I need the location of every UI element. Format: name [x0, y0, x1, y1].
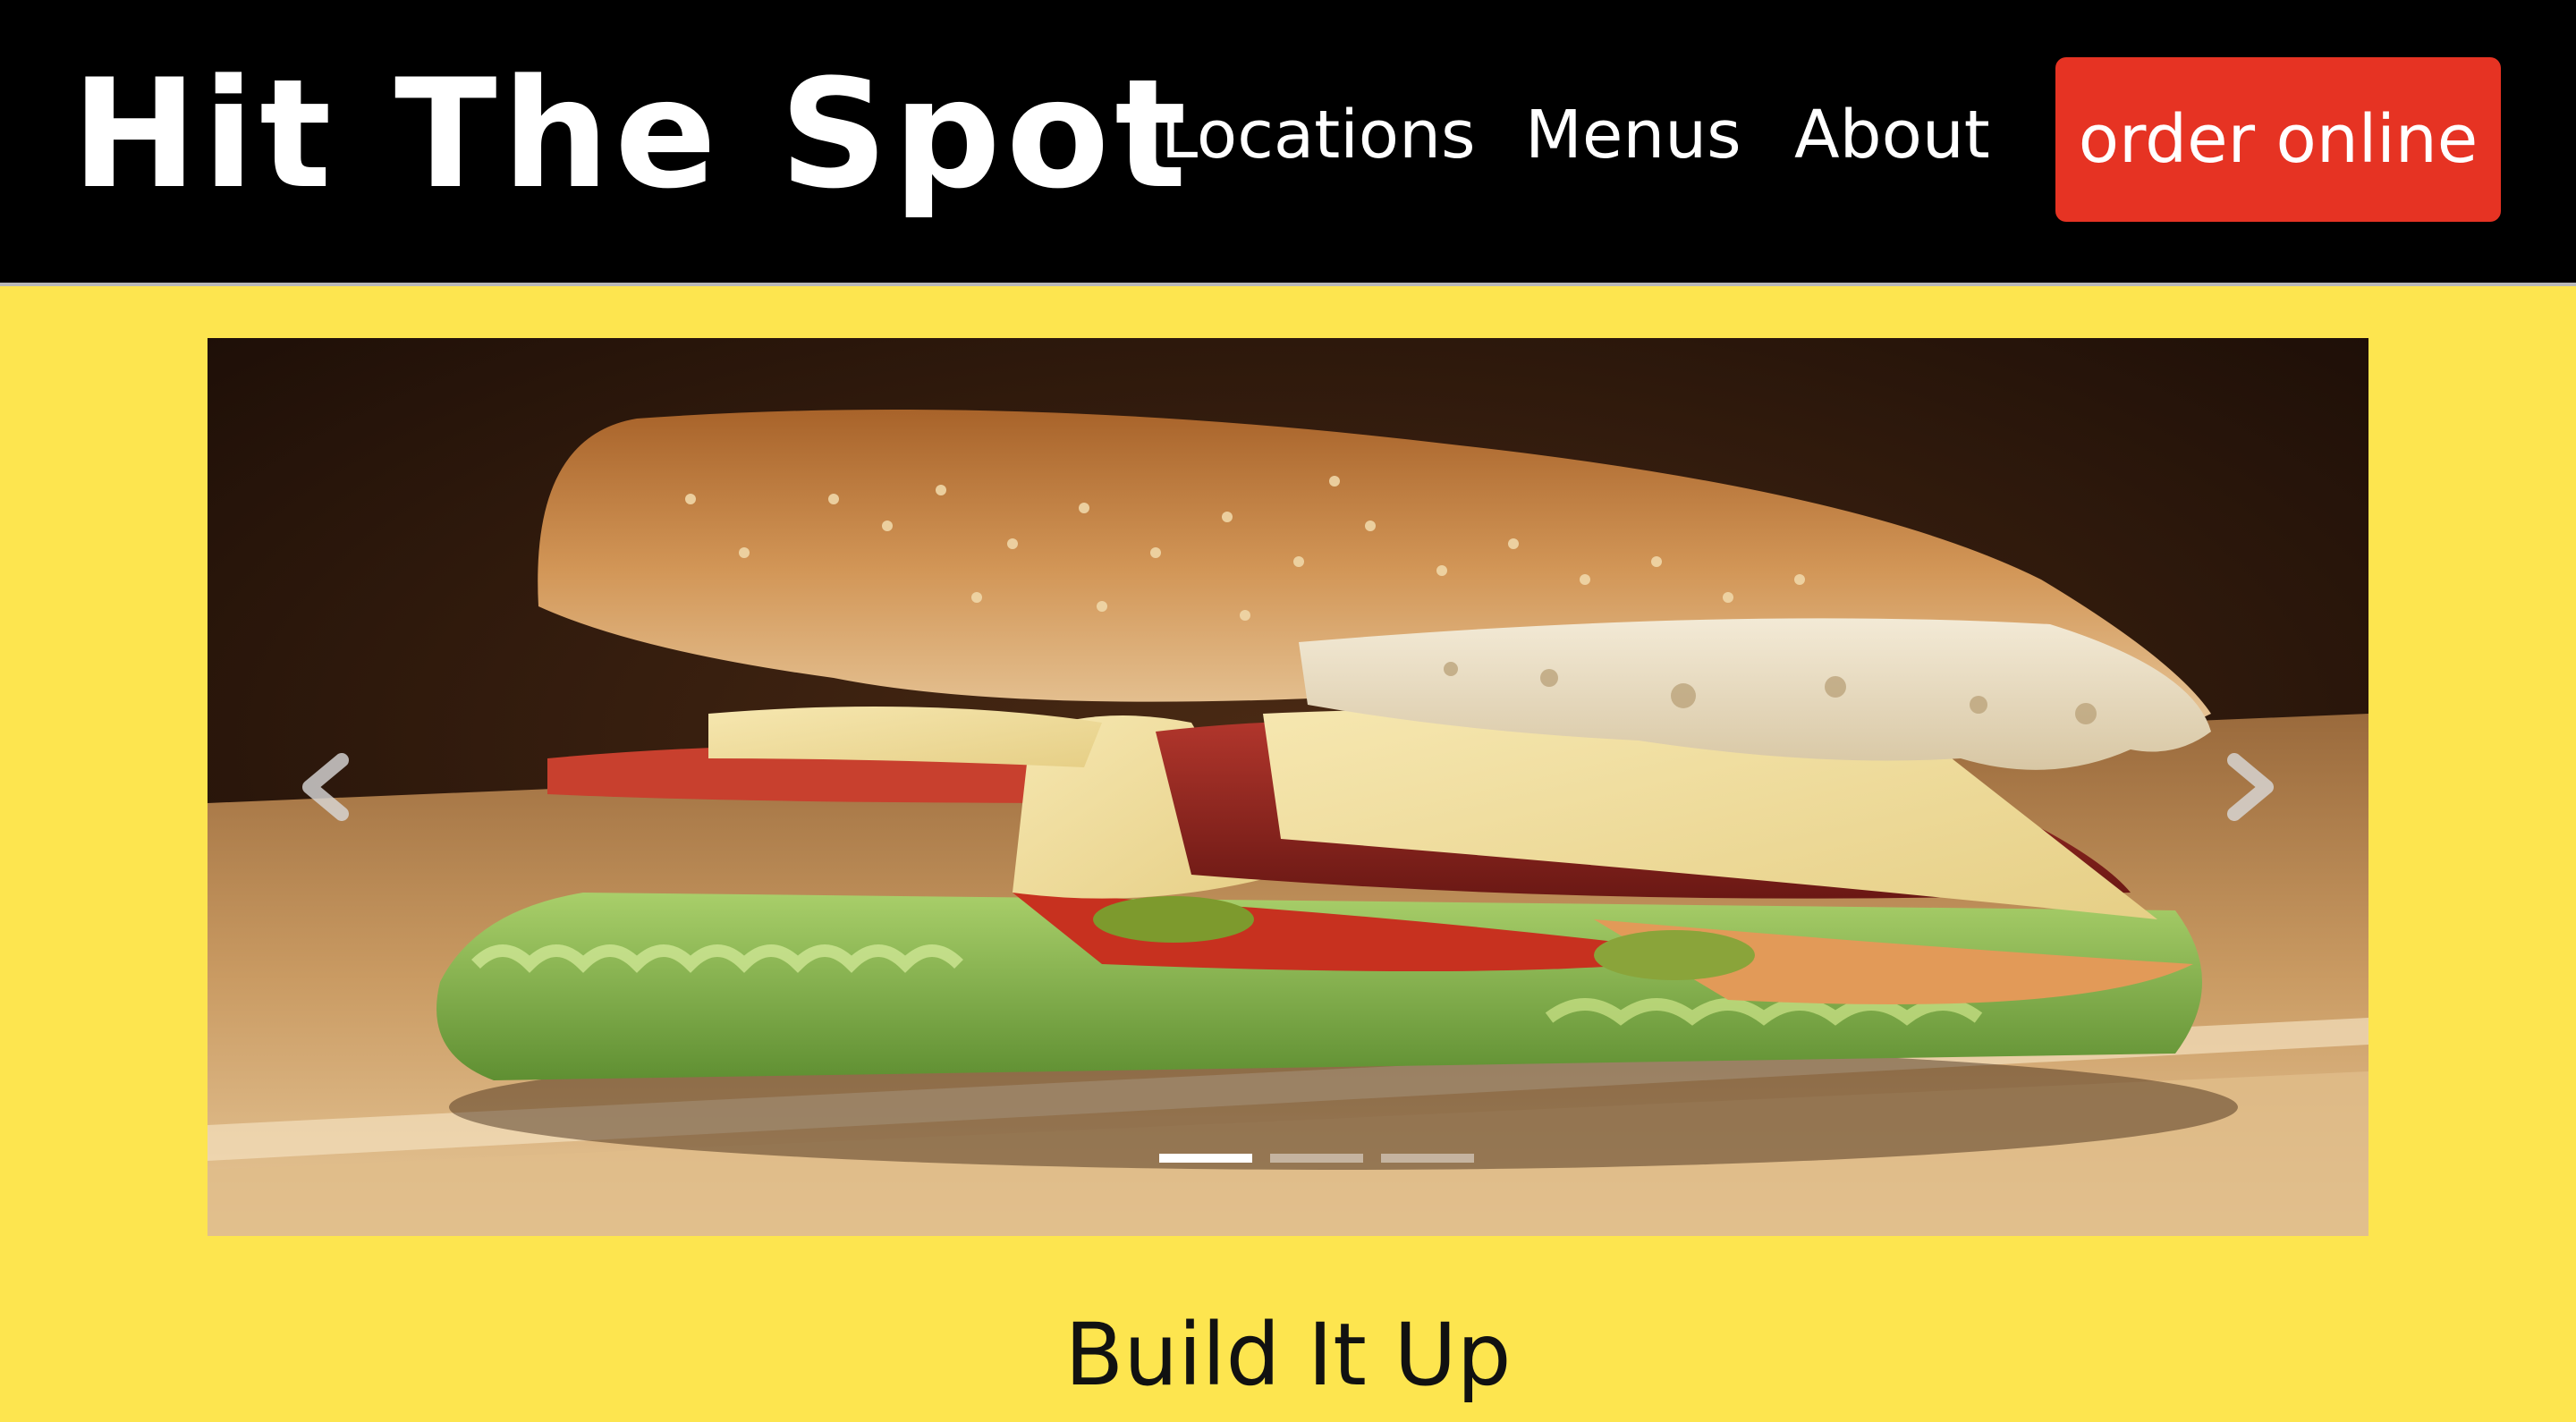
- chevron-right-icon: [2227, 753, 2274, 821]
- sandwich-photo: [208, 338, 2368, 1236]
- nav-link-locations[interactable]: Locations: [1161, 85, 1476, 185]
- carousel-next-button[interactable]: [2216, 724, 2288, 850]
- header-divider: [0, 283, 2576, 286]
- brand-logo[interactable]: Hit The Spot: [72, 45, 1192, 224]
- site-header: Hit The Spot Locations Menus About order…: [0, 0, 2576, 283]
- chevron-left-icon: [302, 753, 349, 821]
- order-online-button[interactable]: order online: [2055, 57, 2501, 222]
- carousel-indicators: [1129, 1147, 1474, 1173]
- nav-link-menus[interactable]: Menus: [1525, 85, 1741, 185]
- section-heading: Build It Up: [1064, 1305, 1512, 1405]
- carousel-indicator-1[interactable]: [1159, 1154, 1252, 1163]
- carousel-indicator-2[interactable]: [1270, 1154, 1363, 1163]
- carousel-indicator-3[interactable]: [1381, 1154, 1474, 1163]
- nav-link-about[interactable]: About: [1794, 85, 1990, 185]
- carousel-prev-button[interactable]: [288, 724, 360, 850]
- hero-carousel: [208, 338, 2368, 1236]
